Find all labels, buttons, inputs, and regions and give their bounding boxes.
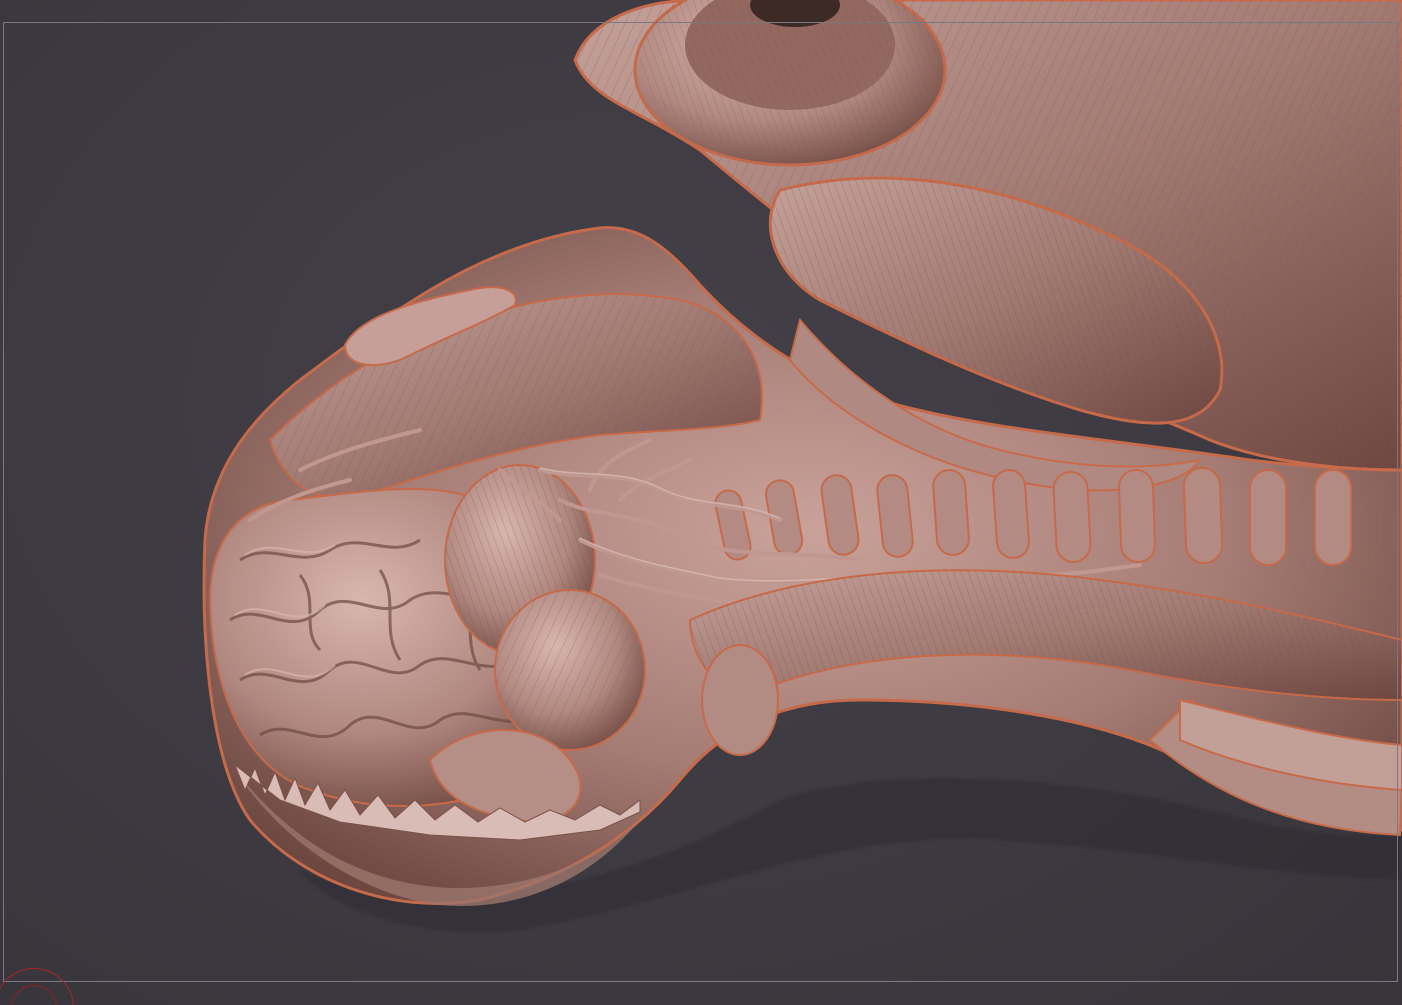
lower-bulb-fibers bbox=[495, 590, 645, 750]
gizmo-inner-ring bbox=[11, 985, 57, 1005]
jaw-bulge bbox=[701, 644, 779, 756]
3d-viewport[interactable] bbox=[0, 0, 1402, 1005]
sculpt-mesh[interactable] bbox=[0, 0, 1402, 1005]
